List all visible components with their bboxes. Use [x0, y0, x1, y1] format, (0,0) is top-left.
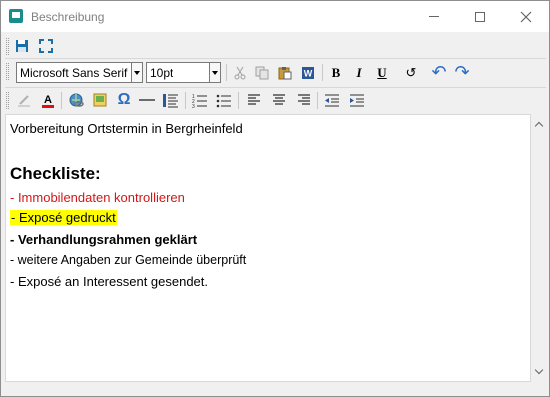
toolbar-format: Microsoft Sans Serif 10pt W B I U ↺ ↶ ↷ — [5, 58, 546, 86]
highlighter-icon — [18, 95, 30, 107]
toolbar-grip[interactable] — [6, 92, 9, 109]
text-line: Vorbereitung Ortstermin in Bergrheinfeld — [10, 121, 243, 136]
checklist-item-bold: - Verhandlungsrahmen geklärt — [10, 232, 198, 247]
minimize-icon — [429, 16, 439, 17]
fullscreen-button[interactable] — [37, 37, 55, 55]
word-icon: W — [302, 67, 314, 79]
font-family-value: Microsoft Sans Serif — [20, 66, 128, 80]
font-color-button[interactable]: A — [39, 91, 57, 109]
toolbar-separator — [185, 92, 186, 109]
indent-icon — [350, 94, 364, 106]
font-size-select[interactable]: 10pt — [146, 62, 221, 83]
svg-text:W: W — [304, 69, 313, 79]
undo-button[interactable]: ↶ — [430, 62, 448, 82]
vertical-scrollbar[interactable] — [531, 114, 547, 382]
underline-button[interactable]: U — [373, 64, 391, 82]
bullet-list-button[interactable] — [215, 91, 233, 109]
maximize-icon — [475, 11, 485, 22]
toolbar-separator — [61, 92, 62, 109]
paste-button[interactable] — [276, 64, 294, 82]
font-size-value: 10pt — [150, 66, 174, 80]
rich-text-editor[interactable]: Vorbereitung Ortstermin in Bergrheinfeld… — [5, 114, 531, 382]
toolbar-separator — [322, 64, 323, 81]
align-center-button[interactable] — [270, 91, 288, 109]
svg-text:A: A — [44, 94, 52, 106]
toolbar-separator — [238, 92, 239, 109]
checklist-item: - Exposé an Interessent gesendet. — [10, 274, 209, 289]
scissors-icon — [234, 66, 246, 80]
minimize-button[interactable] — [411, 1, 457, 32]
toolbar-separator — [226, 64, 227, 81]
checklist-heading: Checkliste: — [10, 164, 101, 183]
image-icon — [93, 93, 106, 106]
svg-text:3: 3 — [192, 104, 195, 108]
save-icon — [16, 40, 28, 52]
indent-button[interactable] — [348, 91, 366, 109]
description-window: Beschreibung Microsoft Sans Serif 10pt W… — [0, 0, 550, 397]
close-button[interactable] — [503, 1, 549, 32]
align-center-icon — [273, 94, 285, 105]
text-block-icon — [163, 93, 178, 107]
font-color-icon: A — [42, 94, 54, 108]
insert-symbol-button[interactable]: Ω — [115, 91, 133, 109]
link-globe-icon — [69, 93, 84, 107]
insert-image-button[interactable] — [91, 91, 109, 109]
toolbar-insert: A Ω 123 — [5, 87, 546, 113]
toolbar-separator — [317, 92, 318, 109]
numbered-list-button[interactable]: 123 — [191, 91, 209, 109]
align-right-button[interactable] — [295, 91, 313, 109]
app-window-icon — [9, 9, 23, 23]
save-button[interactable] — [13, 37, 31, 55]
redo-button[interactable]: ↷ — [453, 62, 471, 82]
chevron-down-icon[interactable] — [131, 63, 142, 82]
chevron-down-icon — [534, 365, 544, 375]
checklist-item-highlighted: - Exposé gedruckt — [10, 210, 117, 225]
chevron-up-icon — [534, 121, 544, 131]
close-icon — [520, 11, 532, 22]
bold-button[interactable]: B — [327, 64, 345, 82]
numbered-list-icon: 123 — [192, 94, 207, 108]
horizontal-line-button[interactable] — [138, 91, 156, 109]
font-family-select[interactable]: Microsoft Sans Serif — [16, 62, 143, 83]
toolbar-file — [5, 34, 546, 57]
horizontal-line-icon — [139, 99, 155, 101]
paste-icon — [278, 67, 292, 80]
fullscreen-icon — [39, 39, 53, 53]
italic-button[interactable]: I — [350, 64, 368, 82]
clear-format-button[interactable]: ↺ — [402, 64, 420, 82]
copy-icon — [255, 66, 269, 80]
window-title: Beschreibung — [31, 10, 105, 24]
copy-button[interactable] — [253, 64, 271, 82]
checklist-item: - weitere Angaben zur Gemeinde überprüft — [10, 253, 247, 267]
checklist-item: - Immobilendaten kontrollieren — [10, 190, 185, 205]
outdent-button[interactable] — [323, 91, 341, 109]
highlight-button[interactable] — [15, 91, 33, 109]
toolbar-grip[interactable] — [6, 63, 9, 80]
title-bar: Beschreibung — [1, 1, 549, 32]
align-left-icon — [248, 94, 260, 105]
cut-button[interactable] — [231, 64, 249, 82]
chevron-down-icon[interactable] — [209, 63, 220, 82]
align-right-icon — [298, 94, 310, 105]
maximize-button[interactable] — [457, 1, 503, 32]
scroll-down-button[interactable] — [531, 364, 547, 380]
toolbar-grip[interactable] — [6, 38, 9, 55]
scroll-up-button[interactable] — [531, 116, 547, 132]
bullet-list-icon — [216, 94, 231, 107]
text-align-button[interactable] — [162, 91, 180, 109]
align-left-button[interactable] — [245, 91, 263, 109]
outdent-icon — [325, 94, 339, 106]
word-button[interactable]: W — [299, 64, 317, 82]
insert-link-button[interactable] — [67, 91, 85, 109]
